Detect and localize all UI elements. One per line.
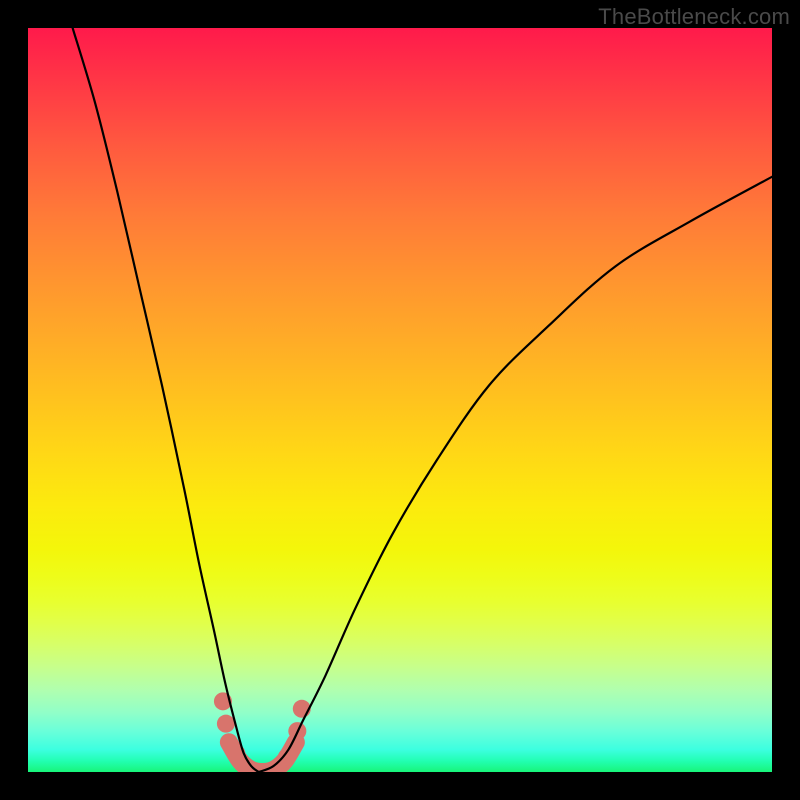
right-curve <box>259 177 772 772</box>
curves-svg <box>28 28 772 772</box>
plot-area <box>28 28 772 772</box>
chart-frame: TheBottleneck.com <box>0 0 800 800</box>
valley-marker-dot <box>217 715 235 733</box>
left-curve <box>73 28 259 772</box>
watermark-text: TheBottleneck.com <box>598 4 790 30</box>
